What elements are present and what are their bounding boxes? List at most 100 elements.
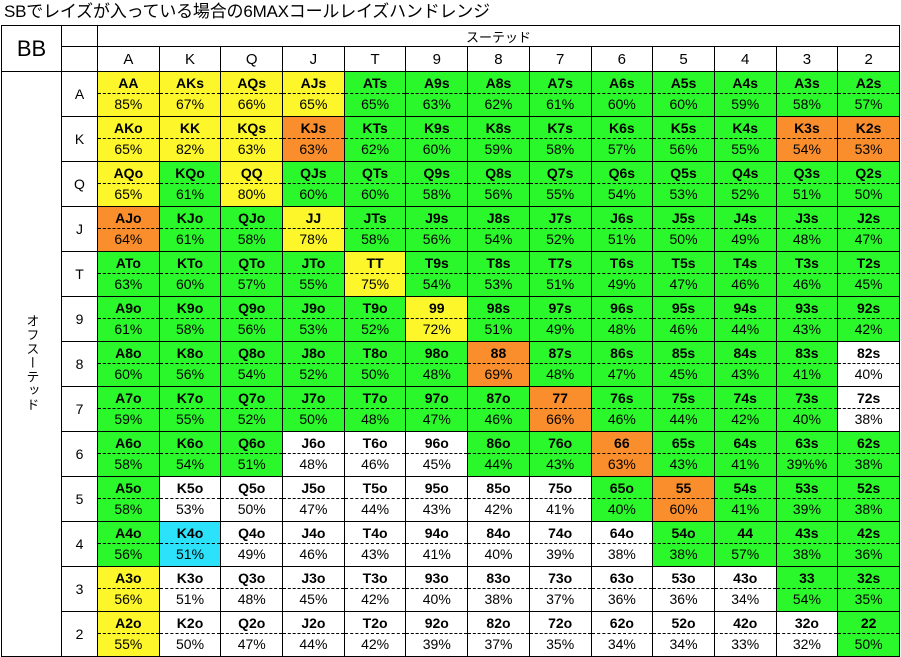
hand-cell-T2s[interactable]: T2s 45%: [837, 251, 900, 297]
hand-cell-JJ[interactable]: JJ 78%: [282, 206, 345, 252]
hand-cell-K4s[interactable]: K4s 55%: [713, 116, 777, 162]
hand-cell-62s[interactable]: 62s 38%: [837, 431, 900, 477]
hand-cell-T5o[interactable]: T5o 44%: [343, 476, 407, 522]
hand-cell-83o[interactable]: 83o 38%: [467, 566, 530, 612]
hand-cell-J5s[interactable]: J5s 50%: [652, 206, 715, 252]
hand-cell-77[interactable]: 77 66%: [528, 386, 592, 432]
hand-cell-T8s[interactable]: T8s 53%: [467, 251, 530, 297]
hand-cell-72o[interactable]: 72o 35%: [528, 611, 592, 657]
hand-cell-A3s[interactable]: A3s 58%: [775, 71, 839, 117]
hand-cell-A8s[interactable]: A8s 62%: [467, 71, 530, 117]
hand-cell-K8s[interactable]: K8s 59%: [467, 116, 530, 162]
hand-cell-43s[interactable]: 43s 38%: [775, 521, 839, 567]
hand-cell-AA[interactable]: AA 85%: [97, 71, 160, 117]
hand-cell-K2s[interactable]: K2s 53%: [837, 116, 900, 162]
hand-cell-73s[interactable]: 73s 40%: [775, 386, 839, 432]
hand-cell-A9o[interactable]: A9o 61%: [97, 296, 160, 342]
hand-cell-TT[interactable]: TT 75%: [343, 251, 407, 297]
hand-cell-ATo[interactable]: ATo 63%: [97, 251, 160, 297]
hand-cell-A9s[interactable]: A9s 63%: [405, 71, 469, 117]
hand-cell-Q7s[interactable]: Q7s 55%: [528, 161, 592, 207]
hand-cell-T9o[interactable]: T9o 52%: [343, 296, 407, 342]
hand-cell-A6s[interactable]: A6s 60%: [590, 71, 654, 117]
hand-cell-87s[interactable]: 87s 48%: [528, 341, 592, 387]
hand-cell-QTo[interactable]: QTo 57%: [220, 251, 284, 297]
hand-cell-52o[interactable]: 52o 34%: [652, 611, 715, 657]
hand-cell-K6s[interactable]: K6s 57%: [590, 116, 654, 162]
hand-cell-86s[interactable]: 86s 47%: [590, 341, 654, 387]
hand-cell-54o[interactable]: 54o 38%: [652, 521, 715, 567]
hand-cell-74s[interactable]: 74s 42%: [713, 386, 777, 432]
hand-cell-J9o[interactable]: J9o 53%: [282, 296, 345, 342]
hand-cell-J6o[interactable]: J6o 48%: [282, 431, 345, 477]
hand-cell-94o[interactable]: 94o 41%: [405, 521, 469, 567]
hand-cell-74o[interactable]: 74o 39%: [528, 521, 592, 567]
hand-cell-65o[interactable]: 65o 40%: [590, 476, 654, 522]
hand-cell-T7s[interactable]: T7s 51%: [528, 251, 592, 297]
hand-cell-KQo[interactable]: KQo 61%: [158, 161, 222, 207]
hand-cell-T3o[interactable]: T3o 42%: [343, 566, 407, 612]
hand-cell-AKo[interactable]: AKo 65%: [97, 116, 160, 162]
hand-cell-64o[interactable]: 64o 38%: [590, 521, 654, 567]
hand-cell-75o[interactable]: 75o 41%: [528, 476, 592, 522]
hand-cell-KTs[interactable]: KTs 62%: [343, 116, 407, 162]
hand-cell-A6o[interactable]: A6o 58%: [97, 431, 160, 477]
hand-cell-93s[interactable]: 93s 43%: [775, 296, 839, 342]
hand-cell-A2s[interactable]: A2s 57%: [837, 71, 900, 117]
hand-cell-J7o[interactable]: J7o 50%: [282, 386, 345, 432]
hand-cell-92s[interactable]: 92s 42%: [837, 296, 900, 342]
hand-cell-J2o[interactable]: J2o 44%: [282, 611, 345, 657]
hand-cell-88[interactable]: 88 69%: [467, 341, 530, 387]
hand-cell-T5s[interactable]: T5s 47%: [652, 251, 715, 297]
hand-cell-52s[interactable]: 52s 38%: [837, 476, 900, 522]
hand-cell-AQo[interactable]: AQo 65%: [97, 161, 160, 207]
hand-cell-K5s[interactable]: K5s 56%: [652, 116, 715, 162]
hand-cell-53s[interactable]: 53s 39%: [775, 476, 839, 522]
hand-cell-J2s[interactable]: J2s 47%: [837, 206, 900, 252]
hand-cell-22[interactable]: 22 50%: [837, 611, 900, 657]
hand-cell-A8o[interactable]: A8o 60%: [97, 341, 160, 387]
hand-cell-93o[interactable]: 93o 40%: [405, 566, 469, 612]
hand-cell-T6o[interactable]: T6o 46%: [343, 431, 407, 477]
hand-cell-A2o[interactable]: A2o 55%: [97, 611, 160, 657]
hand-cell-K3o[interactable]: K3o 51%: [158, 566, 222, 612]
hand-cell-J9s[interactable]: J9s 56%: [405, 206, 469, 252]
hand-cell-95s[interactable]: 95s 46%: [652, 296, 715, 342]
hand-cell-KJs[interactable]: KJs 63%: [282, 116, 345, 162]
hand-cell-T4s[interactable]: T4s 46%: [713, 251, 777, 297]
hand-cell-QJo[interactable]: QJo 58%: [220, 206, 284, 252]
hand-cell-84s[interactable]: 84s 43%: [713, 341, 777, 387]
hand-cell-K9s[interactable]: K9s 60%: [405, 116, 469, 162]
hand-cell-94s[interactable]: 94s 44%: [713, 296, 777, 342]
hand-cell-Q2s[interactable]: Q2s 50%: [837, 161, 900, 207]
hand-cell-T4o[interactable]: T4o 43%: [343, 521, 407, 567]
hand-cell-66[interactable]: 66 63%: [590, 431, 654, 477]
hand-cell-54s[interactable]: 54s 41%: [713, 476, 777, 522]
hand-cell-Q3s[interactable]: Q3s 51%: [775, 161, 839, 207]
hand-cell-QJs[interactable]: QJs 60%: [282, 161, 345, 207]
hand-cell-33[interactable]: 33 54%: [775, 566, 839, 612]
hand-cell-J3s[interactable]: J3s 48%: [775, 206, 839, 252]
hand-cell-96o[interactable]: 96o 45%: [405, 431, 469, 477]
hand-cell-AKs[interactable]: AKs 67%: [158, 71, 222, 117]
hand-cell-42o[interactable]: 42o 33%: [713, 611, 777, 657]
hand-cell-K9o[interactable]: K9o 58%: [158, 296, 222, 342]
hand-cell-Q4o[interactable]: Q4o 49%: [220, 521, 284, 567]
hand-cell-86o[interactable]: 86o 44%: [467, 431, 530, 477]
hand-cell-T3s[interactable]: T3s 46%: [775, 251, 839, 297]
hand-cell-A4s[interactable]: A4s 59%: [713, 71, 777, 117]
hand-cell-Q5o[interactable]: Q5o 50%: [220, 476, 284, 522]
hand-cell-Q6s[interactable]: Q6s 54%: [590, 161, 654, 207]
hand-cell-63s[interactable]: 63s 39%%: [775, 431, 839, 477]
hand-cell-32s[interactable]: 32s 35%: [837, 566, 900, 612]
hand-cell-AJs[interactable]: AJs 65%: [282, 71, 345, 117]
hand-cell-J7s[interactable]: J7s 52%: [528, 206, 592, 252]
hand-cell-K7s[interactable]: K7s 58%: [528, 116, 592, 162]
hand-cell-A4o[interactable]: A4o 56%: [97, 521, 160, 567]
hand-cell-76s[interactable]: 76s 46%: [590, 386, 654, 432]
hand-cell-62o[interactable]: 62o 34%: [590, 611, 654, 657]
hand-cell-Q8o[interactable]: Q8o 54%: [220, 341, 284, 387]
hand-cell-J8o[interactable]: J8o 52%: [282, 341, 345, 387]
hand-cell-95o[interactable]: 95o 43%: [405, 476, 469, 522]
hand-cell-T9s[interactable]: T9s 54%: [405, 251, 469, 297]
